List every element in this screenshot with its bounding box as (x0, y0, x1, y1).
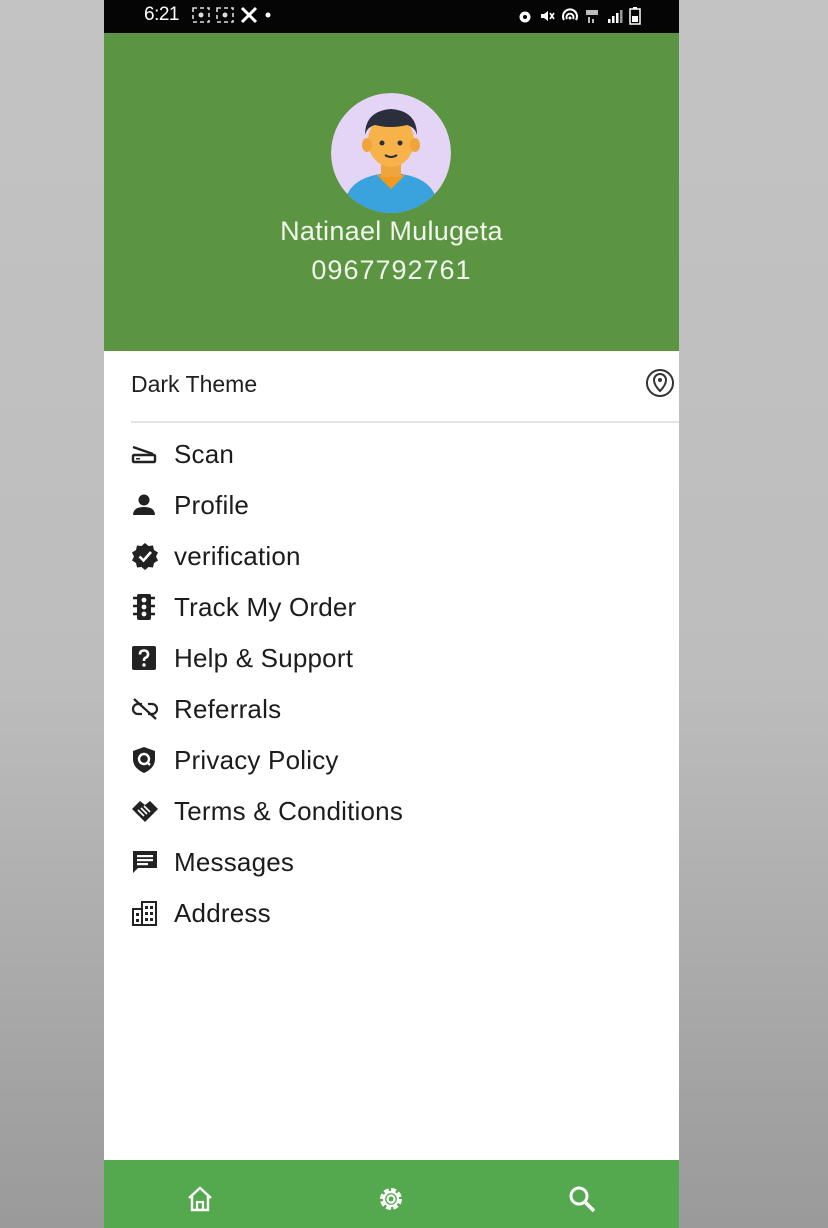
dark-theme-toggle-icon[interactable] (645, 368, 675, 398)
menu-item-help-support[interactable]: Help & Support (131, 634, 651, 682)
dot-icon (264, 4, 272, 26)
menu-item-verification[interactable]: verification (131, 532, 651, 580)
bottom-nav (104, 1160, 679, 1228)
status-right-icons (517, 5, 641, 27)
dark-theme-label: Dark Theme (131, 371, 258, 397)
menu-item-terms-conditions[interactable]: Terms & Conditions (131, 787, 651, 835)
user-phone: 0967792761 (311, 255, 472, 285)
status-left-icons (192, 4, 272, 26)
menu-label-scan: Scan (174, 438, 235, 469)
settings-icon[interactable] (374, 1182, 408, 1216)
menu-label-verification: verification (174, 540, 301, 571)
signal-icon (607, 5, 623, 27)
divider (131, 421, 679, 423)
lte-icon (585, 5, 601, 27)
menu-label-help-support: Help & Support (174, 642, 354, 673)
screenshot-icon (216, 4, 234, 26)
alarm-icon (517, 5, 533, 27)
handshake-icon (131, 796, 161, 826)
verified-icon (131, 541, 161, 571)
traffic-light-icon (131, 592, 161, 622)
status-time: 6:21 (144, 4, 179, 25)
menu-item-referrals[interactable]: Referrals (131, 685, 651, 733)
menu-item-profile[interactable]: Profile (131, 481, 651, 529)
menu-label-address: Address (174, 897, 271, 928)
help-icon (131, 643, 161, 673)
hotspot-icon (561, 5, 579, 27)
user-name: Natinael Mulugeta (280, 216, 503, 246)
search-icon[interactable] (565, 1182, 599, 1216)
buildings-icon (131, 898, 161, 928)
link-off-icon (131, 694, 161, 724)
drawer-header: Natinael Mulugeta 0967792761 (104, 33, 679, 351)
menu-label-profile: Profile (174, 489, 250, 520)
scanner-icon (131, 439, 161, 469)
privacy-shield-icon (131, 745, 161, 775)
menu-item-scan[interactable]: Scan (131, 430, 651, 478)
menu-item-messages[interactable]: Messages (131, 838, 651, 886)
home-icon[interactable] (183, 1182, 217, 1216)
dark-theme-row[interactable]: Dark Theme (104, 351, 679, 421)
screenshot-icon (192, 4, 210, 26)
menu-label-track-order: Track My Order (174, 591, 357, 622)
avatar[interactable] (331, 93, 451, 213)
mute-icon (539, 5, 555, 27)
menu-item-address[interactable]: Address (131, 889, 651, 937)
menu-label-referrals: Referrals (174, 693, 282, 724)
menu-label-messages: Messages (174, 846, 295, 877)
menu-label-terms-conditions: Terms & Conditions (174, 795, 404, 826)
menu-item-privacy-policy[interactable]: Privacy Policy (131, 736, 651, 784)
menu-item-track-order[interactable]: Track My Order (131, 583, 651, 631)
x-logo-icon (240, 4, 258, 26)
battery-icon (629, 5, 641, 27)
menu-label-privacy-policy: Privacy Policy (174, 744, 339, 775)
status-bar: 6:21 (104, 0, 679, 33)
message-icon (131, 847, 161, 877)
app-screen: 6:21 Natinael Mulugeta 0967792761 Dark T… (104, 0, 679, 1228)
person-icon (131, 490, 161, 520)
